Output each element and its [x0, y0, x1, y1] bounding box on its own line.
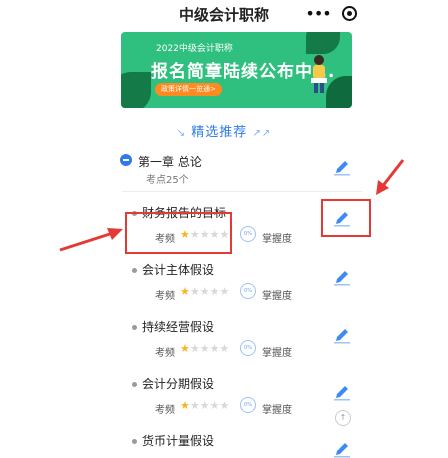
list-item[interactable]: 会计分期假设 考频 ★★★★★ 0% 掌握度 — [128, 375, 348, 425]
pencil-icon[interactable] — [332, 266, 352, 286]
chapter-title: 第一章 总论 — [138, 155, 202, 169]
page-title: 中级会计职称 — [178, 6, 269, 24]
star-empty-icon: ★★★★ — [189, 342, 230, 355]
mastery-label: 掌握度 — [262, 291, 292, 302]
annotation-box — [321, 199, 371, 237]
mastery-gauge-icon: 0% — [240, 340, 256, 356]
frequency-label: 考频 — [155, 348, 175, 359]
star-empty-icon: ★★★★ — [189, 399, 230, 412]
banner-details-button[interactable]: 政策详情一览通> — [155, 83, 222, 96]
scroll-to-top-button[interactable]: ↑ — [335, 410, 351, 426]
star-filled-icon: ★ — [180, 399, 190, 412]
collapse-icon[interactable] — [120, 154, 132, 166]
mini-program-capsule: ••• — [300, 0, 362, 26]
leaf-decoration — [306, 32, 340, 54]
annotation-box — [125, 212, 232, 254]
list-item[interactable]: 会计主体假设 考频 ★★★★★ 0% 掌握度 — [128, 261, 348, 311]
frequency-label: 考频 — [155, 291, 175, 302]
item-name: 持续经营假设 — [142, 320, 215, 334]
reading-person-icon — [311, 55, 327, 93]
banner-subtitle: 2022中级会计职称 — [156, 44, 233, 54]
target-close-icon[interactable] — [341, 5, 357, 21]
right-decoration: ↗↗ — [252, 128, 272, 139]
list-item[interactable]: 货币计量假设 — [128, 432, 348, 454]
item-name: 会计分期假设 — [142, 377, 215, 391]
bullet-icon — [132, 439, 137, 444]
pencil-icon[interactable] — [332, 156, 352, 176]
list-item[interactable]: 持续经营假设 考频 ★★★★★ 0% 掌握度 — [128, 318, 348, 368]
section-header: ↘ 精选推荐 ↗↗ — [0, 121, 448, 140]
left-decoration: ↘ — [176, 128, 187, 139]
more-dots-icon[interactable]: ••• — [305, 4, 331, 23]
section-title: 精选推荐 — [191, 125, 248, 140]
leaf-decoration — [121, 72, 151, 108]
mastery-label: 掌握度 — [262, 405, 292, 416]
bullet-icon — [132, 382, 137, 387]
mastery-gauge-icon: 0% — [240, 397, 256, 413]
frequency-stars: ★★★★★ — [180, 342, 229, 355]
pencil-icon[interactable] — [332, 438, 352, 458]
promo-banner[interactable]: 2022中级会计职称 报名简章陆续公布中... 政策详情一览通> — [121, 32, 352, 108]
top-bar: 中级会计职称 ••• — [0, 0, 448, 28]
item-name: 会计主体假设 — [142, 263, 215, 277]
bullet-icon — [132, 268, 137, 273]
mastery-label: 掌握度 — [262, 234, 292, 245]
star-empty-icon: ★★★★ — [189, 285, 230, 298]
mastery-gauge-icon: 0% — [240, 283, 256, 299]
pencil-icon[interactable] — [332, 324, 352, 344]
frequency-stars: ★★★★★ — [180, 399, 229, 412]
bullet-icon — [132, 325, 137, 330]
mastery-label: 掌握度 — [262, 348, 292, 359]
star-filled-icon: ★ — [180, 285, 190, 298]
frequency-stars: ★★★★★ — [180, 285, 229, 298]
pencil-icon[interactable] — [332, 381, 352, 401]
star-filled-icon: ★ — [180, 342, 190, 355]
divider — [122, 191, 362, 192]
frequency-label: 考频 — [155, 405, 175, 416]
item-name: 货币计量假设 — [142, 434, 215, 448]
mastery-gauge-icon: 0% — [240, 226, 256, 242]
chapter-point-count: 考点25个 — [146, 175, 189, 186]
